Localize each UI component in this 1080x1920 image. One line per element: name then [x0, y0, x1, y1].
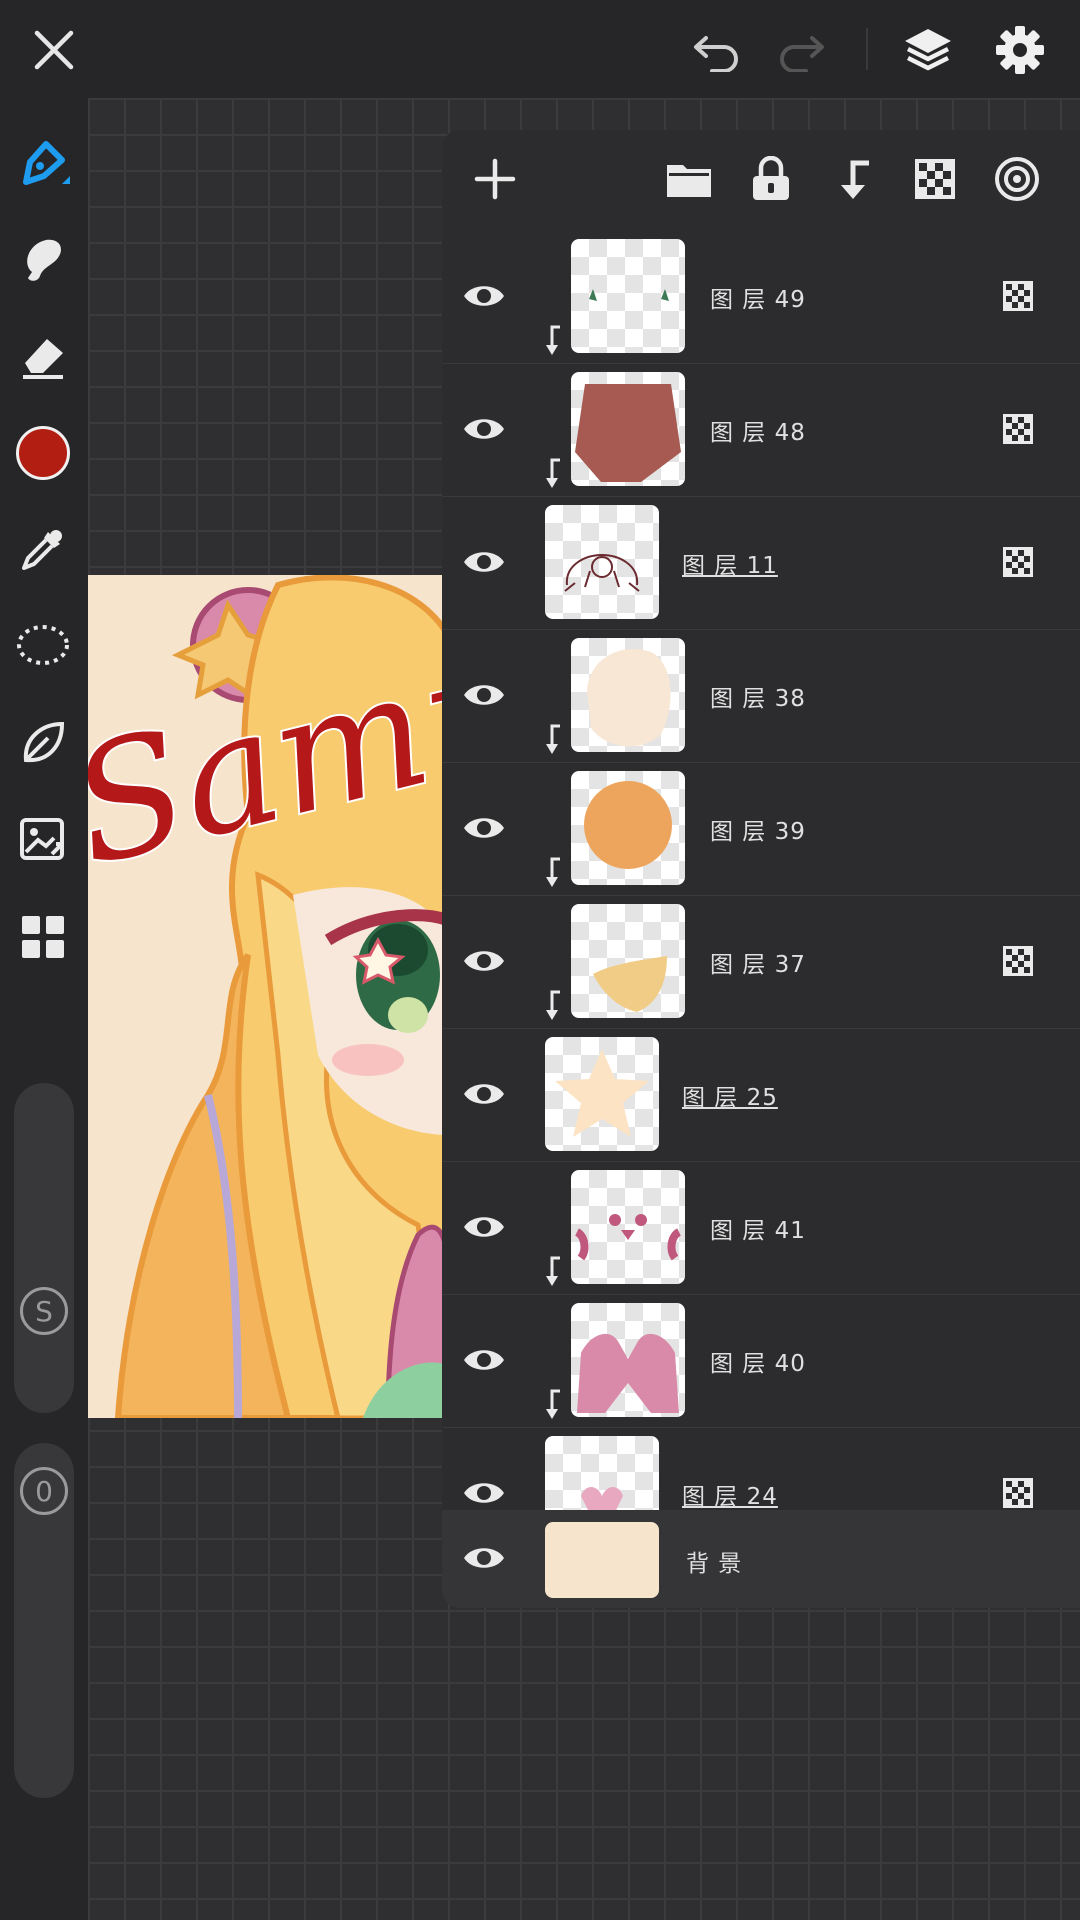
brush-size-slider[interactable]: S — [14, 1083, 74, 1413]
layer-thumbnail — [545, 505, 659, 619]
layer-name: 图 层 24 — [682, 1484, 778, 1510]
layer-name: 图 层 37 — [710, 952, 806, 978]
eraser-icon[interactable] — [10, 322, 76, 388]
alpha-lock-icon[interactable] — [1002, 1477, 1034, 1509]
eyedropper-icon[interactable] — [10, 516, 76, 582]
clip-arrow-icon — [542, 990, 562, 1022]
layers-icon[interactable] — [898, 20, 958, 80]
layer-row[interactable]: 图 层 41 — [442, 1161, 1080, 1295]
tool-sidebar: S 0 — [0, 98, 88, 1920]
eye-icon[interactable] — [456, 1199, 512, 1255]
eye-icon[interactable] — [456, 933, 512, 989]
alpha-lock-icon[interactable] — [1002, 413, 1034, 445]
clip-arrow-icon — [542, 1256, 562, 1288]
opacity-knob[interactable]: 0 — [20, 1467, 68, 1515]
smudge-icon[interactable] — [10, 226, 76, 292]
background-layer-name: 背 景 — [686, 1551, 743, 1577]
layer-row[interactable]: 图 层 11 — [442, 496, 1080, 630]
current-color-indicator — [16, 426, 70, 480]
layer-row[interactable]: 图 层 38 — [442, 629, 1080, 763]
layer-row[interactable]: 图 层 24 — [442, 1427, 1080, 1510]
layer-thumbnail — [571, 638, 685, 752]
grid-apps-icon[interactable] — [10, 904, 76, 970]
layer-name: 图 层 49 — [710, 287, 806, 313]
layer-list[interactable]: 图 层 49 图 层 48 图 层 11 图 层 38 图 层 39 图 层 37 图 层 … — [442, 230, 1080, 1510]
layers-panel-toolbar — [442, 130, 1080, 230]
layer-thumbnail — [571, 239, 685, 353]
layer-name: 图 层 11 — [682, 553, 778, 579]
layer-thumbnail — [571, 771, 685, 885]
layer-thumbnail — [545, 1436, 659, 1510]
eye-icon[interactable] — [456, 401, 512, 457]
undo-icon[interactable] — [688, 20, 748, 80]
layer-thumbnail — [545, 1037, 659, 1151]
layer-thumbnail — [571, 372, 685, 486]
clip-arrow-icon — [542, 857, 562, 889]
layer-row[interactable]: 图 层 48 — [442, 363, 1080, 497]
plus-icon[interactable] — [464, 148, 526, 210]
brush-size-label: S — [35, 1294, 53, 1328]
layer-row[interactable]: 图 层 37 — [442, 895, 1080, 1029]
folder-icon[interactable] — [658, 148, 720, 210]
top-bar — [0, 0, 1080, 98]
eye-icon[interactable] — [456, 1465, 512, 1510]
image-import-icon[interactable] — [10, 806, 76, 872]
brush-size-knob[interactable]: S — [20, 1287, 68, 1335]
alpha-lock-icon[interactable] — [1002, 945, 1034, 977]
toolbar-separator — [866, 28, 868, 70]
blend-target-icon[interactable] — [986, 148, 1048, 210]
eye-icon[interactable] — [456, 800, 512, 856]
eye-icon[interactable] — [456, 667, 512, 723]
eye-icon[interactable] — [456, 268, 512, 324]
clip-arrow-icon — [542, 724, 562, 756]
leaf-icon[interactable] — [10, 710, 76, 776]
lock-icon[interactable] — [740, 148, 802, 210]
background-layer-row[interactable]: 背 景 — [442, 1510, 1080, 1608]
layer-row[interactable]: 图 层 39 — [442, 762, 1080, 896]
eye-icon[interactable] — [456, 534, 512, 590]
clip-icon[interactable] — [822, 148, 884, 210]
alpha-lock-icon[interactable] — [1002, 546, 1034, 578]
layers-panel: 图 层 49 图 层 48 图 层 11 图 层 38 图 层 39 图 层 37 图 层 … — [442, 130, 1080, 1608]
eye-icon[interactable] — [456, 1332, 512, 1388]
gear-icon[interactable] — [990, 20, 1050, 80]
lasso-icon[interactable] — [10, 612, 76, 678]
layer-name: 图 层 38 — [710, 686, 806, 712]
clip-arrow-icon — [542, 325, 562, 357]
layer-thumbnail — [571, 904, 685, 1018]
clip-arrow-icon — [542, 1389, 562, 1421]
clip-arrow-icon — [542, 458, 562, 490]
layer-thumbnail — [571, 1170, 685, 1284]
layer-name: 图 层 39 — [710, 819, 806, 845]
layer-thumbnail — [571, 1303, 685, 1417]
layer-name: 图 层 48 — [710, 420, 806, 446]
layer-name: 图 层 25 — [682, 1085, 778, 1111]
alpha-lock-icon[interactable] — [904, 148, 966, 210]
layer-name: 图 层 40 — [710, 1351, 806, 1377]
brush-pen-icon[interactable] — [10, 130, 76, 196]
redo-icon[interactable] — [770, 20, 830, 80]
opacity-label: 0 — [35, 1474, 53, 1508]
opacity-slider[interactable]: 0 — [14, 1443, 74, 1798]
layer-row[interactable]: 图 层 40 — [442, 1294, 1080, 1428]
layer-name: 图 层 41 — [710, 1218, 806, 1244]
eye-icon[interactable] — [456, 1530, 512, 1586]
layer-row[interactable]: 图 层 25 — [442, 1028, 1080, 1162]
close-icon[interactable] — [24, 20, 84, 80]
background-layer-thumbnail — [545, 1522, 659, 1598]
layer-row[interactable]: 图 层 49 — [442, 230, 1080, 364]
color-swatch[interactable] — [10, 420, 76, 486]
eye-icon[interactable] — [456, 1066, 512, 1122]
alpha-lock-icon[interactable] — [1002, 280, 1034, 312]
